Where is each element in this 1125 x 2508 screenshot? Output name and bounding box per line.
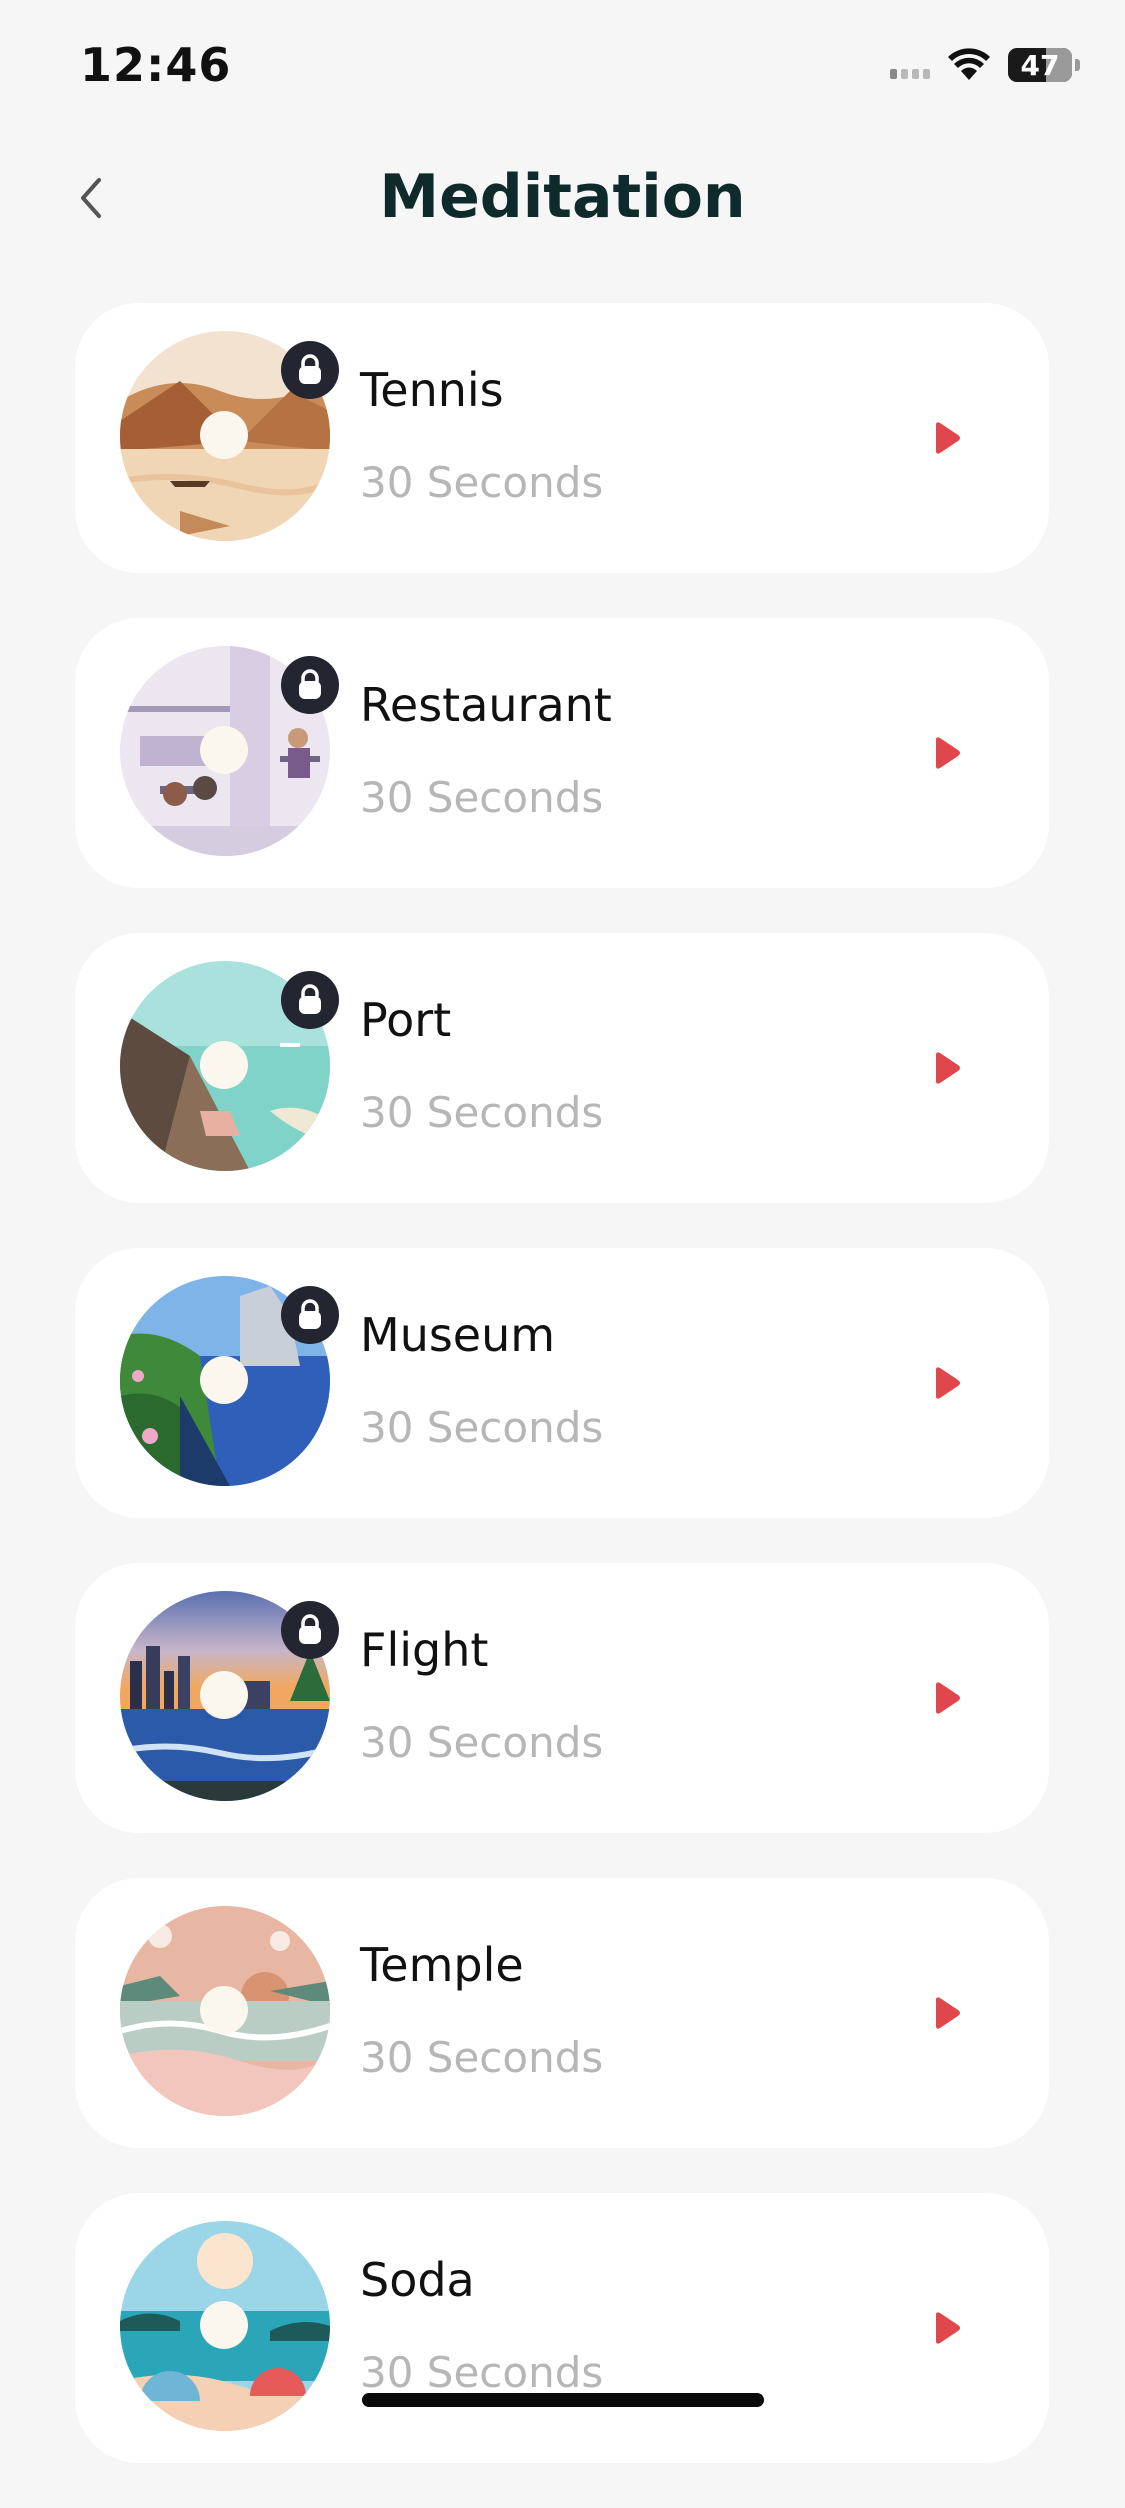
- page-title: Meditation: [379, 162, 746, 232]
- lock-icon: [281, 341, 339, 399]
- lock-icon: [281, 656, 339, 714]
- play-button[interactable]: [920, 1671, 974, 1725]
- meditation-list: Tennis 30 Seconds Restaurant 30 Seconds …: [75, 303, 1049, 2508]
- play-button[interactable]: [920, 1041, 974, 1095]
- lock-icon: [281, 1601, 339, 1659]
- status-icons: 47: [890, 48, 1080, 82]
- lock-icon: [281, 1286, 339, 1344]
- battery-icon: 47: [1008, 48, 1072, 82]
- item-duration: 30 Seconds: [360, 773, 604, 822]
- wifi-icon: [948, 48, 990, 80]
- item-title: Flight: [360, 1623, 489, 1677]
- item-duration: 30 Seconds: [360, 2348, 604, 2397]
- status-bar: 12:46 47: [0, 0, 1125, 140]
- item-duration: 30 Seconds: [360, 1403, 604, 1452]
- item-duration: 30 Seconds: [360, 2033, 604, 2082]
- play-button[interactable]: [920, 2301, 974, 2355]
- play-icon: [936, 737, 960, 769]
- home-indicator: [362, 2393, 764, 2407]
- meditation-card-museum[interactable]: Museum 30 Seconds: [75, 1248, 1049, 1518]
- thumbnail-image: [120, 2221, 330, 2431]
- item-title: Restaurant: [360, 678, 612, 732]
- meditation-card-flight[interactable]: Flight 30 Seconds: [75, 1563, 1049, 1833]
- status-time: 12:46: [80, 38, 232, 92]
- item-duration: 30 Seconds: [360, 1718, 604, 1767]
- play-icon: [936, 1682, 960, 1714]
- meditation-card-restaurant[interactable]: Restaurant 30 Seconds: [75, 618, 1049, 888]
- play-button[interactable]: [920, 1986, 974, 2040]
- play-icon: [936, 1052, 960, 1084]
- cellular-signal-icon: [890, 51, 930, 79]
- play-button[interactable]: [920, 411, 974, 465]
- lock-icon: [281, 971, 339, 1029]
- header: Meditation: [0, 140, 1125, 260]
- play-icon: [936, 1367, 960, 1399]
- meditation-card-tennis[interactable]: Tennis 30 Seconds: [75, 303, 1049, 573]
- battery-percentage: 47: [1020, 48, 1060, 82]
- item-title: Tennis: [360, 363, 504, 417]
- meditation-card-soda[interactable]: Soda 30 Seconds: [75, 2193, 1049, 2463]
- item-title: Soda: [360, 2253, 475, 2307]
- item-title: Temple: [360, 1938, 524, 1992]
- meditation-card-temple[interactable]: Temple 30 Seconds: [75, 1878, 1049, 2148]
- play-icon: [936, 1997, 960, 2029]
- item-title: Museum: [360, 1308, 556, 1362]
- play-icon: [936, 2312, 960, 2344]
- play-icon: [936, 422, 960, 454]
- item-duration: 30 Seconds: [360, 458, 604, 507]
- play-button[interactable]: [920, 1356, 974, 1410]
- item-duration: 30 Seconds: [360, 1088, 604, 1137]
- thumbnail-image: [120, 1906, 330, 2116]
- meditation-card-port[interactable]: Port 30 Seconds: [75, 933, 1049, 1203]
- play-button[interactable]: [920, 726, 974, 780]
- item-title: Port: [360, 993, 452, 1047]
